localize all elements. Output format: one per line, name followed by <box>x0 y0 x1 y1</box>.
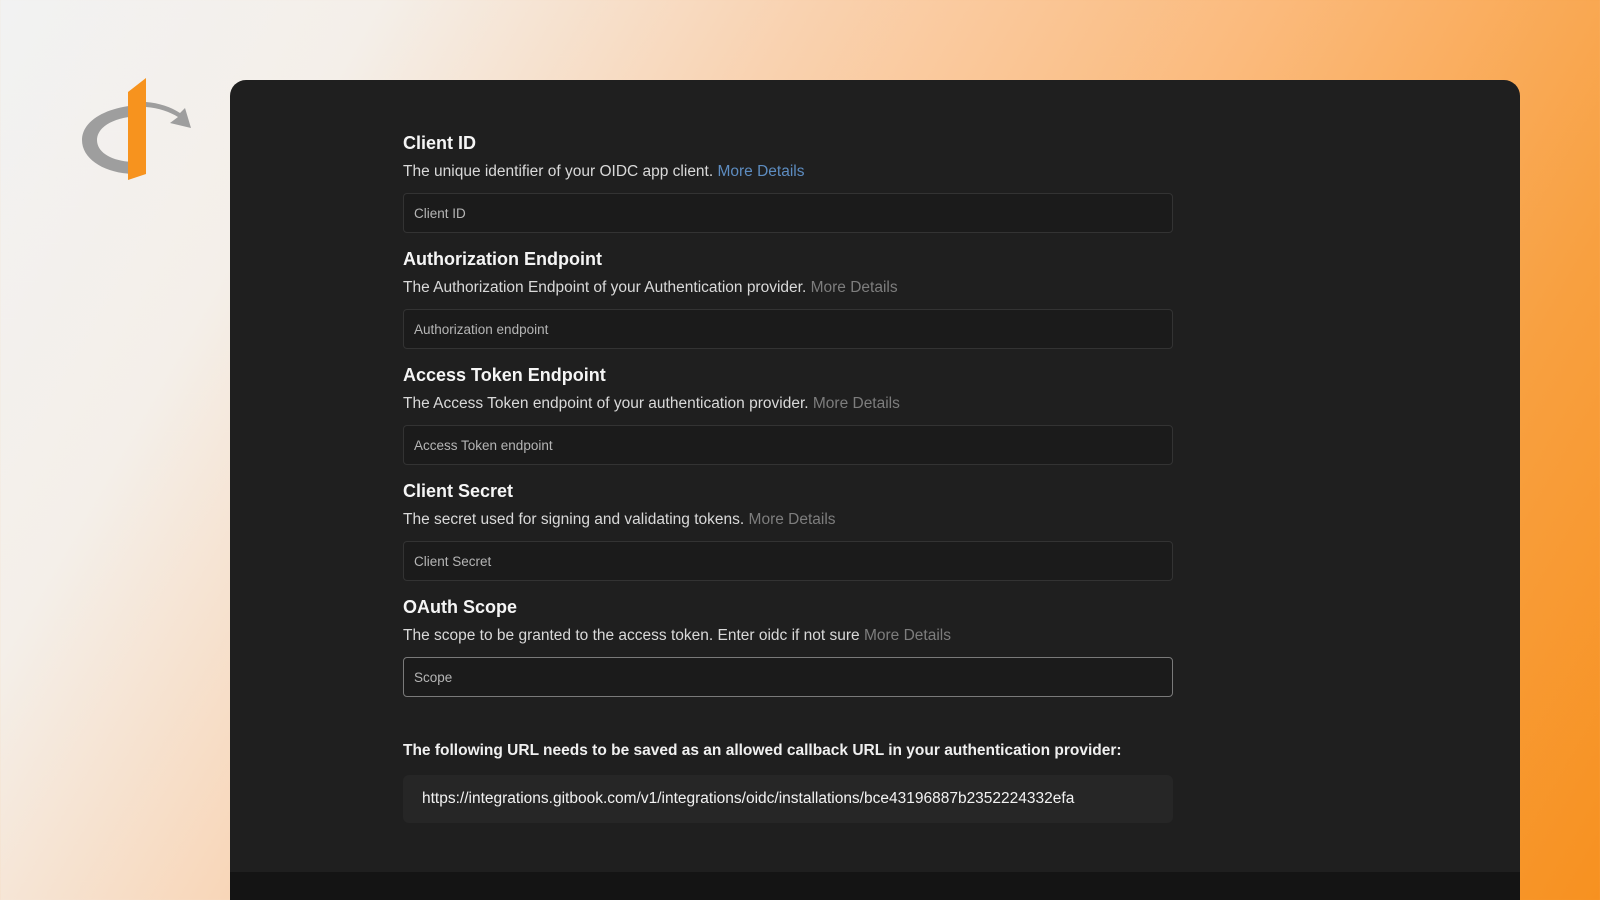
oauth-scope-description: The scope to be granted to the access to… <box>403 626 1173 646</box>
client-id-description: The unique identifier of your OIDC app c… <box>403 162 1173 182</box>
oidc-config-form: Client ID The unique identifier of your … <box>403 132 1173 823</box>
client-id-description-text: The unique identifier of your OIDC app c… <box>403 163 714 180</box>
oauth-scope-description-text: The scope to be granted to the access to… <box>403 627 860 644</box>
authorization-endpoint-more-details-link[interactable]: More Details <box>811 279 898 296</box>
client-id-input[interactable] <box>403 193 1173 233</box>
client-id-more-details-link[interactable]: More Details <box>717 163 804 180</box>
client-secret-more-details-link[interactable]: More Details <box>749 511 836 528</box>
access-token-endpoint-description-text: The Access Token endpoint of your authen… <box>403 395 809 412</box>
authorization-endpoint-field: Authorization Endpoint The Authorization… <box>403 248 1173 349</box>
oauth-scope-more-details-link[interactable]: More Details <box>864 627 951 644</box>
authorization-endpoint-description-text: The Authorization Endpoint of your Authe… <box>403 279 807 296</box>
oauth-scope-field: OAuth Scope The scope to be granted to t… <box>403 596 1173 697</box>
oauth-scope-input[interactable] <box>403 657 1173 697</box>
oauth-scope-title: OAuth Scope <box>403 597 518 617</box>
client-secret-title: Client Secret <box>403 481 514 501</box>
access-token-endpoint-field: Access Token Endpoint The Access Token e… <box>403 364 1173 465</box>
client-id-title: Client ID <box>403 133 477 153</box>
authorization-endpoint-description: The Authorization Endpoint of your Authe… <box>403 278 1173 298</box>
access-token-endpoint-input[interactable] <box>403 425 1173 465</box>
authorization-endpoint-input[interactable] <box>403 309 1173 349</box>
client-secret-description-text: The secret used for signing and validati… <box>403 511 745 528</box>
client-secret-field: Client Secret The secret used for signin… <box>403 480 1173 581</box>
access-token-endpoint-title: Access Token Endpoint <box>403 365 606 385</box>
panel-footer-bar <box>230 872 1520 900</box>
access-token-endpoint-description: The Access Token endpoint of your authen… <box>403 394 1173 414</box>
client-secret-input[interactable] <box>403 541 1173 581</box>
client-secret-description: The secret used for signing and validati… <box>403 510 1173 530</box>
callback-url-label: The following URL needs to be saved as a… <box>403 742 1122 759</box>
openid-logo-icon <box>76 78 196 182</box>
oidc-settings-panel: Client ID The unique identifier of your … <box>230 80 1520 900</box>
callback-url-box[interactable]: https://integrations.gitbook.com/v1/inte… <box>403 775 1173 823</box>
access-token-endpoint-more-details-link[interactable]: More Details <box>813 395 900 412</box>
callback-url-text[interactable]: https://integrations.gitbook.com/v1/inte… <box>422 790 1074 807</box>
client-id-field: Client ID The unique identifier of your … <box>403 132 1173 233</box>
authorization-endpoint-title: Authorization Endpoint <box>403 249 602 269</box>
